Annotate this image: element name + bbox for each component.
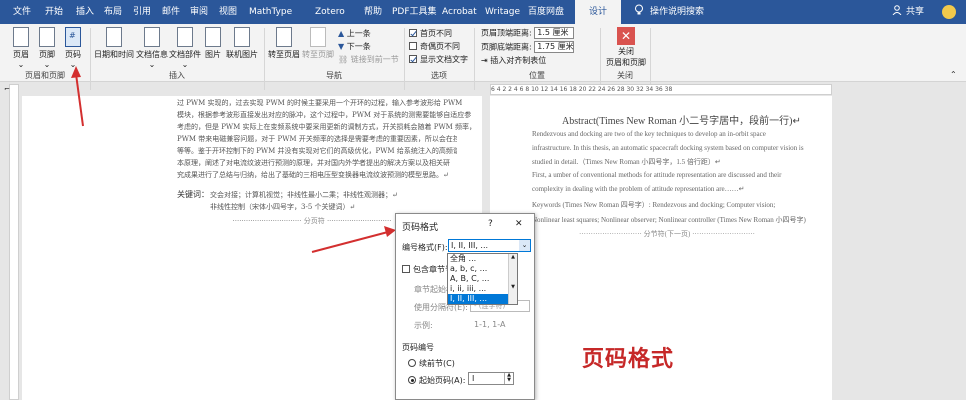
spinner-icon[interactable]: ▲ ▼ [504, 373, 513, 384]
arrow-to-dialog [311, 231, 389, 253]
number-format-dropdown: 全角 ... a, b, c, ... A, B, C, ... i, ii, … [447, 253, 518, 305]
start-at-radio[interactable]: 起始页码(A): [408, 375, 465, 386]
format-option[interactable]: 全角 ... [448, 254, 517, 264]
format-option[interactable]: i, ii, iii, ... [448, 284, 517, 294]
start-at-label: 起始页码(A): [419, 376, 466, 385]
example-label: 示例: [414, 321, 433, 330]
help-button[interactable]: ? [488, 219, 493, 229]
dialog-close-button[interactable]: ✕ [515, 219, 523, 229]
annotation-text: 页码格式 [582, 346, 675, 372]
radio-selected-icon [408, 376, 416, 384]
page-numbering-label: 页码编号 [402, 343, 434, 352]
dialog-title: 页码格式 [402, 223, 439, 233]
page-number-format-dialog: 页码格式 ? ✕ 编号格式(F): I, II, III, ... ⌄ 包含章节… [395, 213, 535, 400]
include-chapter-checkbox[interactable]: 包含章节号 [402, 264, 453, 275]
continue-radio[interactable]: 续前节(C) [408, 358, 455, 369]
format-option[interactable]: A, B, C, ... [448, 274, 517, 284]
example-value: 1-1, 1-A [474, 320, 506, 329]
radio-unselected-icon [408, 359, 416, 367]
number-format-select[interactable]: I, II, III, ... ⌄ [448, 239, 531, 252]
arrow-to-page-number [75, 73, 84, 127]
dropdown-arrow-icon[interactable]: ⌄ [519, 240, 530, 251]
dropdown-scrollbar[interactable]: ▲ ▼ [508, 254, 517, 304]
checkbox-unchecked-icon [402, 265, 410, 273]
start-at-input[interactable]: I ▲ ▼ [468, 372, 514, 385]
number-format-label: 编号格式(F): [402, 243, 448, 252]
number-format-value: I, II, III, ... [451, 241, 489, 250]
start-at-value: I [472, 374, 475, 383]
format-option-selected[interactable]: I, II, III, ... [448, 294, 517, 304]
continue-label: 续前节(C) [419, 359, 455, 368]
arrow-head [71, 66, 81, 78]
format-option[interactable]: a, b, c, ... [448, 264, 517, 274]
